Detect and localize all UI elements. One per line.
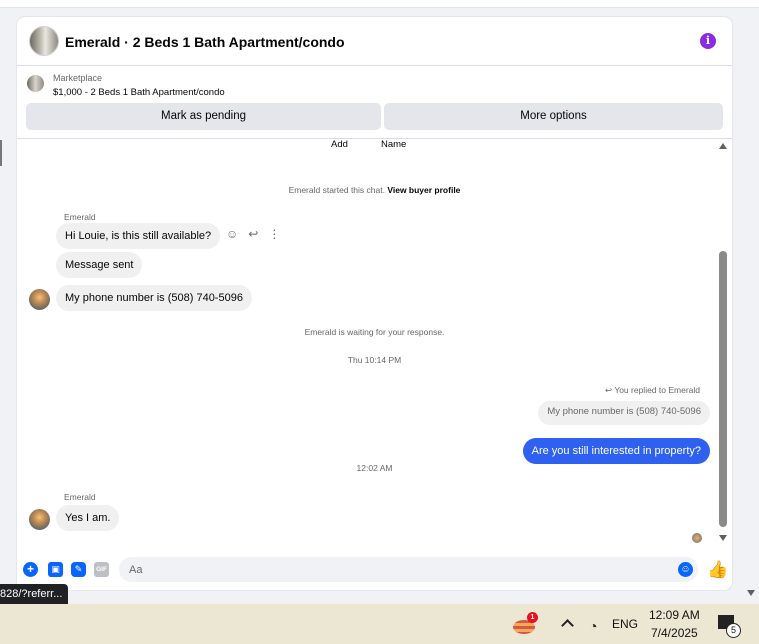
more-options-button[interactable]: More options (384, 103, 723, 130)
reply-icon[interactable]: ↩ (248, 227, 258, 241)
chevron-up-icon[interactable] (561, 619, 574, 632)
scroll-up-arrow-icon[interactable] (719, 143, 727, 149)
outgoing-message[interactable]: Are you still interested in property? (522, 438, 710, 464)
incoming-message[interactable]: Hi Louie, is this still available? (56, 223, 221, 249)
more-vertical-icon[interactable]: ⋮ (268, 227, 280, 241)
incoming-message[interactable]: Yes I am. (56, 505, 120, 531)
listing-title: $1,000 - 2 Beds 1 Bath Apartment/condo (53, 87, 225, 98)
notification-count: 5 (726, 623, 741, 638)
clock-date[interactable]: 7/4/2025 (651, 626, 698, 640)
quoted-message[interactable]: My phone number is (508) 740-5096 (538, 401, 710, 425)
message-thread: Add Name Emerald started this chat. View… (17, 139, 732, 549)
marketplace-label: Marketplace (53, 73, 103, 83)
timestamp: Thu 10:14 PM (347, 355, 402, 365)
status-url-tooltip: 828/?referr... (0, 584, 69, 604)
view-buyer-profile-link[interactable]: View buyer profile (387, 185, 460, 195)
info-icon[interactable]: i (700, 33, 716, 49)
page-scroll-down-icon[interactable] (747, 590, 755, 596)
seen-avatar (692, 533, 702, 543)
chat-window: Emerald · 2 Beds 1 Bath Apartment/condo … (17, 17, 732, 590)
mark-as-pending-button[interactable]: Mark as pending (26, 103, 381, 130)
thumbs-up-icon[interactable]: 👍 (707, 560, 728, 580)
add-label[interactable]: Add (331, 139, 348, 150)
sender-name: Emerald (64, 212, 96, 222)
sender-avatar[interactable] (29, 509, 50, 530)
reply-notice-text: You replied to Emerald (614, 385, 700, 395)
photo-icon[interactable]: ▣ (48, 562, 63, 577)
tray-app-icon[interactable]: 1 (513, 612, 538, 634)
name-label[interactable]: Name (381, 139, 406, 150)
message-actions: ☺ ↩ ⋮ (226, 227, 280, 241)
reply-notice: ↩ You replied to Emerald (605, 385, 700, 396)
chat-title[interactable]: Emerald · 2 Beds 1 Bath Apartment/condo (65, 34, 345, 50)
chat-header: Emerald · 2 Beds 1 Bath Apartment/condo … (17, 17, 732, 66)
gif-icon[interactable]: GIF (94, 562, 109, 577)
emoji-icon[interactable]: ☺ (678, 562, 693, 577)
message-input[interactable] (119, 557, 698, 582)
contact-avatar[interactable] (29, 26, 59, 56)
plus-icon[interactable]: + (23, 562, 38, 577)
language-indicator[interactable]: ENG (612, 617, 638, 631)
timestamp: 12:02 AM (356, 463, 393, 473)
react-emoji-icon[interactable]: ☺ (226, 227, 238, 241)
chat-scrollbar[interactable] (717, 139, 729, 549)
sticker-icon[interactable]: ✎ (71, 562, 86, 577)
clock-time[interactable]: 12:09 AM (649, 608, 700, 622)
sender-name: Emerald (64, 492, 96, 502)
marketplace-listing[interactable]: Marketplace $1,000 - 2 Beds 1 Bath Apart… (17, 67, 732, 103)
notification-badge: 1 (527, 612, 538, 623)
incoming-message[interactable]: Message sent (56, 252, 143, 278)
sender-avatar[interactable] (29, 289, 50, 310)
chat-started-text: Emerald started this chat. (288, 185, 385, 195)
scrollbar-thumb[interactable] (719, 251, 727, 527)
incoming-message[interactable]: My phone number is (508) 740-5096 (56, 285, 252, 311)
message-composer: + ▣ ✎ GIF ☺ 👍 (17, 551, 732, 590)
browser-top-strip (0, 0, 759, 8)
wifi-icon[interactable]: ◔ (589, 618, 597, 634)
left-edge-element (0, 140, 4, 166)
waiting-notice: Emerald is waiting for your response. (304, 327, 445, 337)
taskbar: 1 ◔ ENG 12:09 AM 7/4/2025 5 (0, 604, 759, 644)
listing-thumbnail (27, 75, 44, 92)
reply-icon: ↩ (604, 385, 615, 395)
scroll-down-arrow-icon[interactable] (719, 535, 727, 541)
chat-started-notice: Emerald started this chat. View buyer pr… (17, 185, 732, 195)
